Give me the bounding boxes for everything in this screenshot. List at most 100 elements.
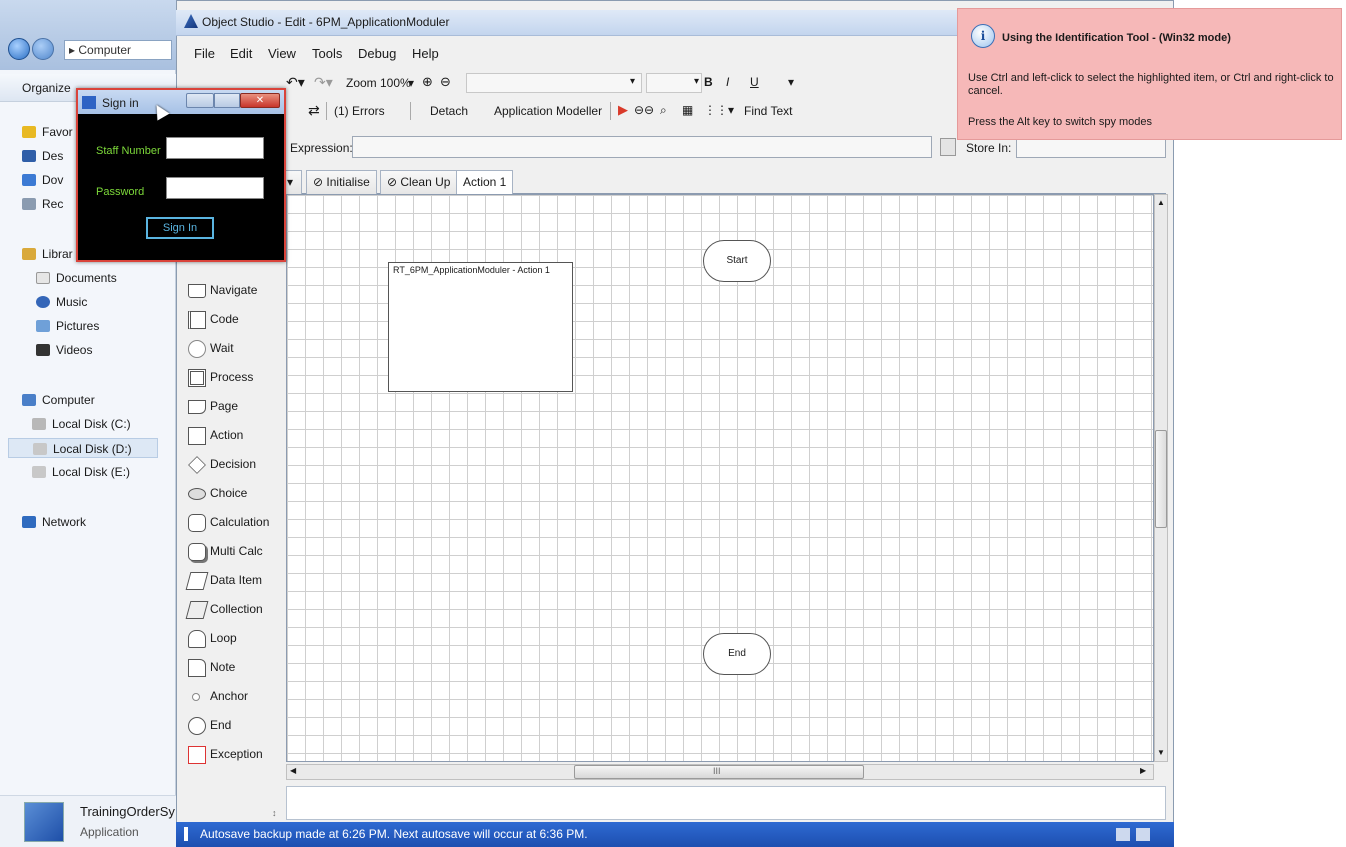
zoom-button[interactable]: Zoom 100% xyxy=(346,76,411,90)
palette-wait[interactable]: Wait xyxy=(188,337,234,359)
end-stage[interactable]: End xyxy=(703,633,771,675)
scroll-down-icon[interactable]: ▼ xyxy=(1157,748,1165,757)
menu-debug[interactable]: Debug xyxy=(358,46,396,61)
palette-end[interactable]: End xyxy=(188,714,231,736)
nav-computer[interactable]: Computer xyxy=(22,390,95,410)
nav-pictures[interactable]: Pictures xyxy=(36,316,99,336)
close-button[interactable]: ✕ xyxy=(240,93,280,108)
palette-action[interactable]: Action xyxy=(188,424,243,446)
window-icon xyxy=(82,96,96,109)
tab-clean-up[interactable]: ⊘ Clean Up xyxy=(380,170,458,194)
nav-videos[interactable]: Videos xyxy=(36,340,92,360)
palette-multi-calc[interactable]: Multi Calc xyxy=(188,540,263,562)
tab-dropdown[interactable]: ▾ xyxy=(284,170,302,194)
undo-icon[interactable]: ↶▾ xyxy=(286,74,305,91)
status-icon-1[interactable] xyxy=(1116,828,1130,841)
end-icon xyxy=(188,716,206,735)
staff-number-input[interactable] xyxy=(166,137,264,159)
watch-icon[interactable]: ⊖⊖ xyxy=(634,103,654,117)
page-reference-stage[interactable]: RT_6PM_ApplicationModuler - Action 1 xyxy=(388,262,573,392)
panel-grip-icon[interactable]: ↕ xyxy=(272,808,277,818)
chevron-down-icon[interactable]: ▾ xyxy=(728,103,734,117)
start-stage[interactable]: Start xyxy=(703,240,771,282)
detach-button[interactable]: Detach xyxy=(430,104,468,118)
nav-drive-c[interactable]: Local Disk (C:) xyxy=(32,414,131,434)
sign-in-button[interactable]: Sign In xyxy=(146,217,214,239)
scroll-left-icon[interactable]: ◀ xyxy=(290,766,296,775)
stage-palette: Navigate Code Wait Process Page Action D… xyxy=(182,250,282,790)
palette-navigate[interactable]: Navigate xyxy=(188,279,257,301)
palette-anchor[interactable]: Anchor xyxy=(188,685,248,707)
scroll-up-icon[interactable]: ▲ xyxy=(1157,198,1165,207)
palette-calculation[interactable]: Calculation xyxy=(188,511,269,533)
menu-view[interactable]: View xyxy=(268,46,296,61)
palette-note[interactable]: Note xyxy=(188,656,235,678)
downloads-icon xyxy=(22,174,36,186)
palette-process[interactable]: Process xyxy=(188,366,253,388)
palette-page[interactable]: Page xyxy=(188,395,238,417)
chevron-down-icon[interactable]: ▾ xyxy=(788,75,794,89)
address-bar[interactable]: ▸ Computer xyxy=(64,40,172,60)
info-icon xyxy=(184,827,188,841)
password-input[interactable] xyxy=(166,177,264,199)
data-item-icon xyxy=(185,571,209,590)
palette-choice[interactable]: Choice xyxy=(188,482,247,504)
font-size-select[interactable]: ▾ xyxy=(646,73,702,93)
back-button[interactable] xyxy=(8,38,30,60)
organize-button[interactable]: Organize xyxy=(22,81,71,95)
underline-button[interactable]: U xyxy=(750,75,759,89)
vertical-scroll-thumb[interactable] xyxy=(1155,430,1167,528)
scroll-right-icon[interactable]: ▶ xyxy=(1140,766,1146,775)
errors-button[interactable]: (1) Errors xyxy=(334,104,385,118)
search-icon[interactable]: ⌕ xyxy=(660,103,667,118)
breakpoint-flag-icon[interactable]: ▶ xyxy=(618,102,628,118)
expression-editor-icon[interactable] xyxy=(940,138,956,156)
zoom-in-icon[interactable]: ⊕ xyxy=(422,74,433,90)
expression-input[interactable] xyxy=(352,136,932,158)
nav-documents[interactable]: Documents xyxy=(36,268,117,288)
italic-button[interactable]: I xyxy=(726,75,729,89)
layout-icon[interactable]: ⋮⋮ xyxy=(704,103,728,117)
nav-favorites[interactable]: Favor xyxy=(22,122,73,142)
nav-drive-d[interactable]: Local Disk (D:) xyxy=(8,438,158,458)
nav-downloads[interactable]: Dov xyxy=(22,170,63,190)
maximize-button[interactable] xyxy=(214,93,240,108)
refresh-icon[interactable]: ⇄ xyxy=(308,102,320,119)
menu-help[interactable]: Help xyxy=(412,46,439,61)
find-text-button[interactable]: Find Text xyxy=(744,104,792,118)
tab-initialise[interactable]: ⊘ Initialise xyxy=(306,170,377,194)
nav-network[interactable]: Network xyxy=(22,512,86,532)
tab-action-1[interactable]: Action 1 xyxy=(456,170,514,195)
application-modeller-button[interactable]: Application Modeller xyxy=(494,104,602,118)
palette-exception[interactable]: Exception xyxy=(188,743,263,765)
palette-decision[interactable]: Decision xyxy=(188,453,256,475)
font-select[interactable]: ▾ xyxy=(466,73,642,93)
menu-tools[interactable]: Tools xyxy=(312,46,342,61)
toolbar-separator xyxy=(410,102,411,120)
drive-icon xyxy=(32,466,46,478)
redo-icon[interactable]: ↷▾ xyxy=(314,74,333,91)
grid-icon[interactable]: ▦ xyxy=(682,103,693,117)
bold-button[interactable]: B xyxy=(704,75,713,89)
studio-titlebar: Object Studio - Edit - 6PM_ApplicationMo… xyxy=(176,10,966,36)
palette-loop[interactable]: Loop xyxy=(188,627,237,649)
music-icon xyxy=(36,296,50,308)
palette-code[interactable]: Code xyxy=(188,308,239,330)
menu-file[interactable]: File xyxy=(194,46,215,61)
nav-recent[interactable]: Rec xyxy=(22,194,63,214)
nav-drive-e[interactable]: Local Disk (E:) xyxy=(32,462,130,482)
menu-edit[interactable]: Edit xyxy=(230,46,252,61)
status-icon-2[interactable] xyxy=(1136,828,1150,841)
palette-collection[interactable]: Collection xyxy=(185,598,263,620)
nav-music[interactable]: Music xyxy=(36,292,87,312)
loop-icon xyxy=(188,629,206,648)
nav-libraries[interactable]: Librar xyxy=(22,244,73,264)
zoom-out-icon[interactable]: ⊖ xyxy=(440,74,451,90)
anchor-icon xyxy=(192,692,200,701)
palette-data-item[interactable]: Data Item xyxy=(185,569,262,591)
horizontal-scroll-thumb[interactable]: III xyxy=(574,765,864,779)
nav-desktop[interactable]: Des xyxy=(22,146,63,166)
minimize-button[interactable] xyxy=(186,93,214,108)
info-icon: i xyxy=(971,24,995,48)
forward-button[interactable] xyxy=(32,38,54,60)
